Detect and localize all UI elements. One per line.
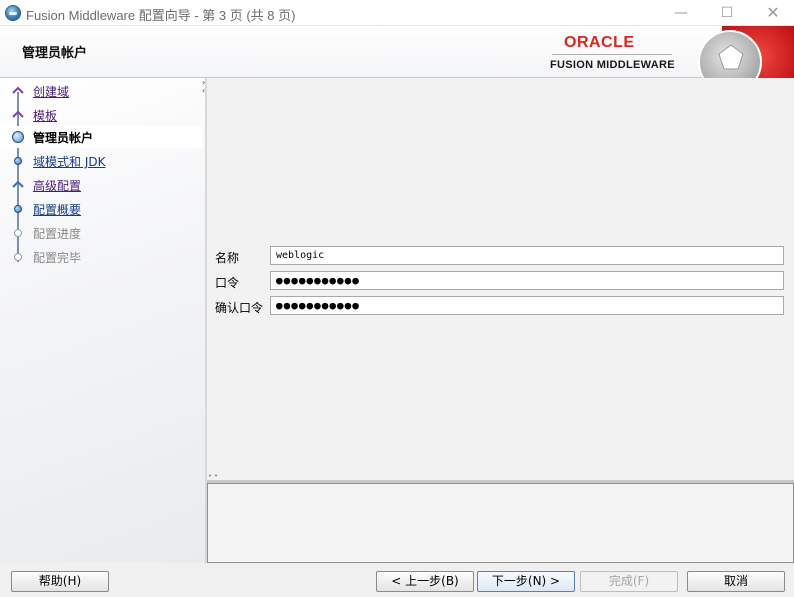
step-node-icon — [12, 155, 24, 167]
step-label: 配置进度 — [33, 227, 82, 241]
page-title: 管理员帐户 — [22, 46, 88, 61]
name-label: 名称 — [215, 251, 240, 265]
step-config-summary[interactable]: 配置概要 — [0, 198, 202, 220]
step-config-progress: 配置进度 — [0, 222, 202, 244]
step-label: 配置概要 — [33, 203, 82, 217]
oracle-brand: ORACLE FUSION MIDDLEWARE — [550, 26, 794, 78]
step-advanced-config[interactable]: 高级配置 — [0, 174, 202, 196]
step-pending-icon — [12, 227, 24, 239]
step-label: 管理员帐户 — [33, 131, 94, 145]
help-button[interactable]: 帮助(H) — [11, 571, 109, 592]
app-icon — [5, 5, 21, 21]
step-visited-icon — [12, 109, 24, 121]
step-current-icon — [12, 131, 24, 143]
admin-account-form: 名称 weblogic 口令 ●●●●●●●●●●● 确认口令 ●●●●●●●●… — [207, 78, 794, 480]
step-node-icon — [12, 203, 24, 215]
steps-sidebar: 创建域 模板 管理员帐户 域模式和 JDK 高级配置 配置概要 配置进度 配置完… — [0, 78, 205, 563]
button-bar: 帮助(H) < 上一步(B) 下一步(N) > 完成(F) 取消 — [0, 563, 794, 597]
step-label: 高级配置 — [33, 179, 82, 193]
step-pending-icon — [12, 251, 24, 263]
password-label: 口令 — [215, 276, 240, 290]
step-config-complete: 配置完毕 — [0, 246, 202, 268]
maximize-button[interactable]: ☐ — [704, 0, 750, 26]
step-label: 创建域 — [33, 85, 70, 99]
next-button[interactable]: 下一步(N) > — [477, 571, 575, 592]
step-label: 配置完毕 — [33, 251, 82, 265]
oracle-logo: ORACLE — [564, 34, 635, 51]
confirm-password-label: 确认口令 — [215, 301, 264, 315]
title-bar: Fusion Middleware 配置向导 - 第 3 页 (共 8 页) —… — [0, 0, 794, 26]
step-label: 模板 — [33, 109, 58, 123]
step-label: 域模式和 JDK — [33, 155, 106, 169]
close-button[interactable]: ✕ — [750, 0, 794, 26]
step-admin-account[interactable]: 管理员帐户 — [0, 126, 202, 148]
password-input[interactable]: ●●●●●●●●●●● — [270, 271, 784, 290]
collapse-arrows-icon[interactable]: › ‹ — [202, 79, 205, 95]
minimize-button[interactable]: — — [658, 0, 704, 26]
brand-badge — [692, 26, 794, 78]
message-panel — [207, 483, 794, 563]
product-name: FUSION MIDDLEWARE — [550, 59, 675, 71]
cancel-button[interactable]: 取消 — [687, 571, 785, 592]
confirm-password-input[interactable]: ●●●●●●●●●●● — [270, 296, 784, 315]
finish-button[interactable]: 完成(F) — [580, 571, 678, 592]
step-domain-mode-jdk[interactable]: 域模式和 JDK — [0, 150, 202, 172]
brand-divider — [552, 54, 672, 55]
window-title: Fusion Middleware 配置向导 - 第 3 页 (共 8 页) — [26, 8, 296, 23]
wizard-header: 管理员帐户 ORACLE FUSION MIDDLEWARE — [0, 26, 794, 78]
name-input[interactable]: weblogic — [270, 246, 784, 265]
step-visited-icon — [12, 179, 24, 191]
step-visited-icon — [12, 85, 24, 97]
step-templates[interactable]: 模板 — [0, 104, 202, 126]
step-create-domain[interactable]: 创建域 — [0, 80, 202, 102]
back-button[interactable]: < 上一步(B) — [376, 571, 474, 592]
pentagon-logo-icon — [698, 30, 762, 78]
